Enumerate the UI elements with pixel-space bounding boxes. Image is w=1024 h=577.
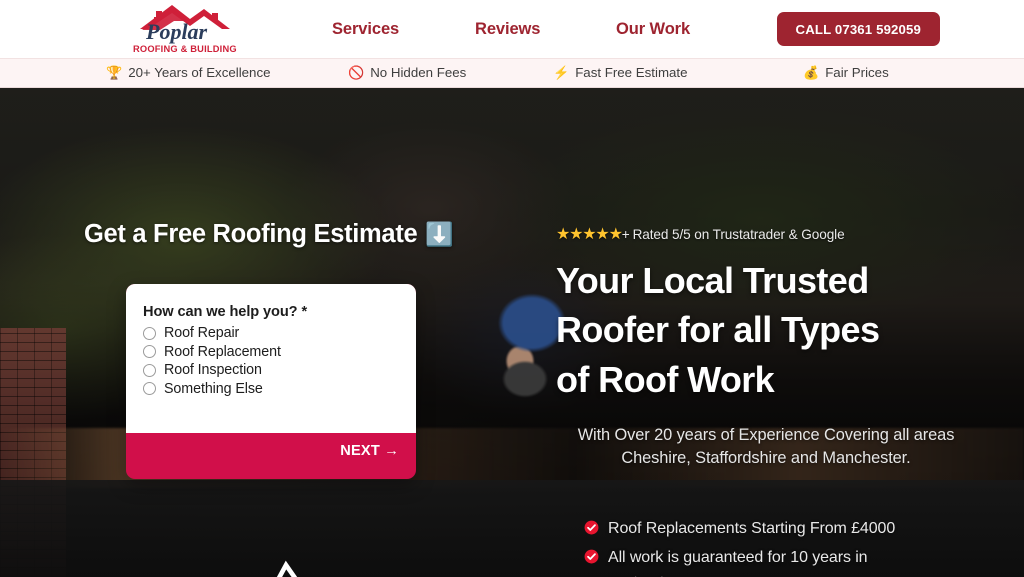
site-header: Poplar ROOFING & BUILDING Services Revie… <box>0 0 1024 58</box>
hero-subtext-line: Cheshire, Staffordshire and Manchester. <box>621 449 911 468</box>
curved-up-arrow-icon <box>276 560 298 577</box>
site-logo[interactable]: Poplar ROOFING & BUILDING <box>130 3 238 55</box>
radio-circle-icon[interactable] <box>143 326 156 340</box>
radio-option-roof-repair[interactable]: Roof Repair <box>143 324 416 343</box>
star-rating-icon: ★★★★★ <box>556 226 623 243</box>
bullet-text: All work is guaranteed for 10 years in c… <box>608 548 868 577</box>
benefit-item-fast-estimate: ⚡ Fast Free Estimate <box>553 65 688 80</box>
hero-right-column: ★★★★★ + Rated 5/5 on Trustatrader & Goog… <box>556 224 986 471</box>
estimate-form-card: How can we help you? * Roof Repair Roof … <box>126 284 416 479</box>
radio-option-roof-replacement[interactable]: Roof Replacement <box>143 343 416 362</box>
bullet-item: Roof Replacements Starting From £4000 <box>584 516 984 542</box>
benefit-label: Fast Free Estimate <box>575 65 688 80</box>
radio-option-label: Roof Inspection <box>164 362 262 379</box>
benefit-item-years: 🏆 20+ Years of Excellence <box>106 65 271 80</box>
check-circle-icon <box>584 520 599 535</box>
svg-text:Poplar: Poplar <box>145 19 208 44</box>
nav-item-our-work[interactable]: Our Work <box>586 20 746 39</box>
benefit-item-fair-prices: 💰 Fair Prices <box>803 65 889 80</box>
hero-subtext-line: With Over 20 years of Experience Coverin… <box>577 425 955 444</box>
radio-circle-icon[interactable] <box>143 345 156 359</box>
form-footer: NEXT → <box>126 433 416 479</box>
bullet-text: Roof Replacements Starting From £4000 <box>608 520 896 537</box>
hero-left-heading-text: Get a Free Roofing Estimate <box>84 220 418 248</box>
radio-circle-icon[interactable] <box>143 363 156 377</box>
nav-item-reviews[interactable]: Reviews <box>443 20 586 39</box>
radio-option-label: Roof Repair <box>164 325 240 342</box>
radio-option-something-else[interactable]: Something Else <box>143 380 416 399</box>
benefit-label: No Hidden Fees <box>370 65 467 80</box>
call-cta-button[interactable]: CALL 07361 592059 <box>776 12 940 46</box>
trophy-icon: 🏆 <box>106 65 123 80</box>
hero-headline: Your Local Trusted Roofer for all Types … <box>556 256 986 404</box>
benefits-strip: 🏆 20+ Years of Excellence 🚫 No Hidden Fe… <box>0 58 1024 88</box>
logo-graphic: Poplar ROOFING & BUILDING <box>133 5 237 54</box>
rating-row: ★★★★★ + Rated 5/5 on Trustatrader & Goog… <box>556 224 986 244</box>
radio-option-label: Something Else <box>164 380 263 397</box>
rating-suffix: + <box>621 226 630 242</box>
next-button[interactable]: NEXT → <box>340 443 399 459</box>
hero-subtext: With Over 20 years of Experience Coverin… <box>556 424 976 471</box>
form-question-label: How can we help you? * <box>143 304 308 320</box>
benefit-label: Fair Prices <box>825 65 889 80</box>
check-circle-icon <box>584 549 599 564</box>
radio-option-label: Roof Replacement <box>164 343 281 360</box>
hero-section: Get a Free Roofing Estimate ⬇️ How can w… <box>0 88 1024 577</box>
no-entry-icon: 🚫 <box>348 65 365 80</box>
hero-left-heading: Get a Free Roofing Estimate ⬇️ <box>84 220 454 249</box>
form-body: How can we help you? * Roof Repair Roof … <box>126 284 416 433</box>
down-arrow-icon: ⬇️ <box>425 221 454 247</box>
hero-headline-line: Roofer for all Types <box>556 309 880 351</box>
svg-text:ROOFING & BUILDING: ROOFING & BUILDING <box>133 44 237 54</box>
bullet-item: All work is guaranteed for 10 years in c… <box>584 545 984 577</box>
main-navigation: Services Reviews Our Work <box>300 0 746 58</box>
benefit-label: 20+ Years of Excellence <box>128 65 271 80</box>
money-bag-icon: 💰 <box>803 65 820 80</box>
hand-drawn-arrow-decoration <box>190 543 390 577</box>
rating-text: Rated 5/5 on Trustatrader & Google <box>632 226 845 242</box>
nav-item-services[interactable]: Services <box>300 20 443 39</box>
hero-headline-line: Your Local Trusted <box>556 260 869 301</box>
lightning-bolt-icon: ⚡ <box>553 65 570 80</box>
hero-headline-line: of Roof Work <box>556 358 775 400</box>
radio-option-roof-inspection[interactable]: Roof Inspection <box>143 361 416 380</box>
hero-benefit-bullets: Roof Replacements Starting From £4000 Al… <box>584 516 984 577</box>
benefit-item-no-hidden-fees: 🚫 No Hidden Fees <box>348 65 466 80</box>
radio-circle-icon[interactable] <box>143 382 156 396</box>
